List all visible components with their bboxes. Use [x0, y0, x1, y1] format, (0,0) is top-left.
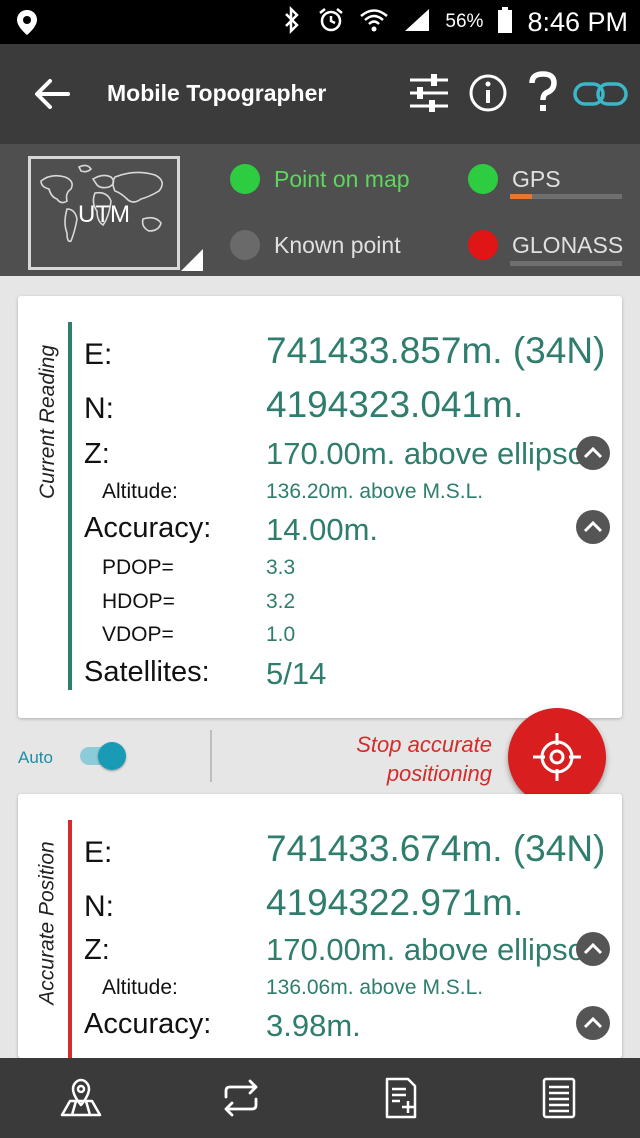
gps-signal-bar [510, 194, 622, 199]
vdop-label: VDOP= [102, 623, 174, 646]
accurate-northing-label: N: [84, 890, 114, 923]
pdop-value: 3.3 [266, 556, 296, 579]
info-icon[interactable] [466, 70, 510, 119]
list-document-icon [542, 1077, 576, 1119]
stop-text-line-1: Stop accurate [356, 732, 492, 757]
dropdown-corner-icon [181, 249, 203, 271]
stop-positioning-button[interactable] [508, 708, 606, 806]
map-nav-button[interactable] [56, 1072, 106, 1124]
known-point-label: Known point [274, 231, 401, 258]
hdop-label: HDOP= [102, 590, 175, 613]
alarm-icon [317, 6, 345, 39]
accuracy-label: Accuracy: [84, 512, 212, 544]
stop-text-line-2: positioning [386, 761, 492, 786]
satellites-value: 5/14 [266, 656, 327, 691]
accurate-height-value: 170.00m. above ellipso [266, 932, 585, 967]
point-on-map-indicator [230, 164, 260, 194]
status-bar: 56% 8:46 PM [0, 0, 640, 44]
height-value: 170.00m. above ellipso [266, 436, 585, 471]
app-bar: Mobile Topographer [0, 44, 640, 144]
add-document-icon [385, 1077, 417, 1119]
gps-option[interactable]: GPS [468, 164, 561, 194]
sync-nav-button[interactable] [216, 1072, 266, 1124]
accurate-altitude-value: 136.06m. above M.S.L. [266, 976, 484, 999]
accurate-northing-value: 4194322.971m. [266, 882, 524, 923]
auto-toggle-knob [98, 742, 126, 770]
signal-icon [403, 7, 431, 38]
accurate-position-card: Accurate Position E: 741433.674m. (34N) … [18, 794, 622, 1058]
easting-label: E: [84, 338, 113, 371]
accurate-easting-value: 741433.674m. (34N) [266, 828, 606, 869]
accurate-expand-accuracy-chevron-icon[interactable] [576, 1006, 610, 1040]
gps-signal-fill [510, 194, 533, 199]
height-label: Z: [84, 438, 110, 470]
accurate-accuracy-label: Accuracy: [84, 1008, 212, 1040]
crosshair-icon [533, 733, 581, 781]
auto-label: Auto [18, 748, 53, 767]
gps-indicator [468, 164, 498, 194]
stop-accurate-positioning-text[interactable]: Stop accurate positioning [356, 730, 492, 788]
current-reading-card: Current Reading E: 741433.857m. (34N) N:… [18, 296, 622, 718]
accurate-height-label: Z: [84, 934, 110, 966]
map-pin-icon [60, 1078, 102, 1117]
app-title: Mobile Topographer [107, 80, 327, 106]
coordinate-system-selector[interactable]: UTM [28, 156, 203, 271]
settings-sliders-icon[interactable] [406, 70, 452, 121]
accurate-accuracy-value: 3.98m. [266, 1008, 361, 1043]
bluetooth-icon [281, 5, 303, 39]
back-arrow-icon[interactable] [32, 74, 72, 119]
known-point-indicator [230, 230, 260, 260]
help-icon[interactable] [526, 70, 560, 121]
northing-label: N: [84, 392, 114, 425]
glonass-signal-bar [510, 261, 622, 266]
glonass-indicator [468, 230, 498, 260]
link-icon[interactable] [572, 80, 630, 113]
altitude-value: 136.20m. above M.S.L. [266, 480, 484, 503]
glonass-option[interactable]: GLONASS [468, 230, 623, 260]
northing-value: 4194323.041m. [266, 384, 524, 425]
location-icon [14, 8, 40, 41]
add-point-nav-button[interactable] [376, 1072, 426, 1124]
glonass-label: GLONASS [512, 231, 624, 258]
auto-toggle[interactable] [78, 742, 126, 770]
known-point-option[interactable]: Known point [230, 230, 401, 260]
expand-height-chevron-icon[interactable] [576, 436, 610, 470]
utm-label: UTM [78, 201, 130, 228]
clock: 8:46 PM [527, 6, 628, 37]
control-divider [210, 730, 212, 782]
accurate-position-accent-line [68, 820, 72, 1058]
bottom-navigation [0, 1058, 640, 1138]
swap-arrows-icon [224, 1079, 258, 1117]
accurate-easting-label: E: [84, 836, 113, 869]
accurate-position-section-label: Accurate Position [36, 841, 60, 1005]
source-selection-panel: UTM Point on map Known point GPS GLONASS [0, 144, 640, 276]
current-reading-section-label: Current Reading [36, 344, 59, 500]
expand-accuracy-chevron-icon[interactable] [576, 510, 610, 544]
accurate-expand-height-chevron-icon[interactable] [576, 932, 610, 966]
hdop-value: 3.2 [266, 590, 296, 613]
vdop-value: 1.0 [266, 623, 296, 646]
list-nav-button[interactable] [534, 1072, 584, 1124]
wifi-icon [359, 7, 389, 38]
satellites-label: Satellites: [84, 656, 210, 688]
battery-icon [497, 6, 513, 39]
battery-percent: 56% [445, 11, 484, 32]
point-on-map-label: Point on map [274, 165, 410, 192]
accuracy-value: 14.00m. [266, 512, 379, 547]
current-reading-accent-line [68, 322, 72, 690]
point-on-map-option[interactable]: Point on map [230, 164, 410, 194]
altitude-label: Altitude: [102, 480, 178, 503]
pdop-label: PDOP= [102, 556, 174, 579]
accurate-altitude-label: Altitude: [102, 976, 178, 999]
easting-value: 741433.857m. (34N) [266, 330, 606, 371]
gps-label: GPS [512, 165, 561, 192]
